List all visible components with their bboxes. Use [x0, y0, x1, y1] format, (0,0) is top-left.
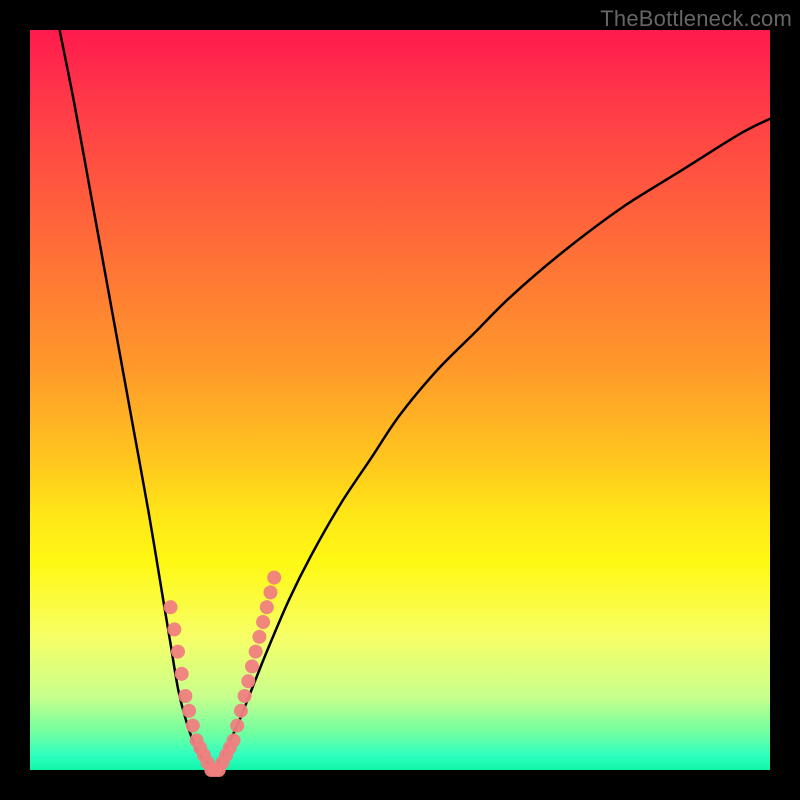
plot-area [30, 30, 770, 770]
watermark-label: TheBottleneck.com [600, 6, 792, 32]
marker-cluster [162, 568, 284, 777]
left-curve [60, 30, 215, 770]
chart-frame: TheBottleneck.com [0, 0, 800, 800]
curves-svg [30, 30, 770, 770]
right-curve [215, 119, 770, 770]
